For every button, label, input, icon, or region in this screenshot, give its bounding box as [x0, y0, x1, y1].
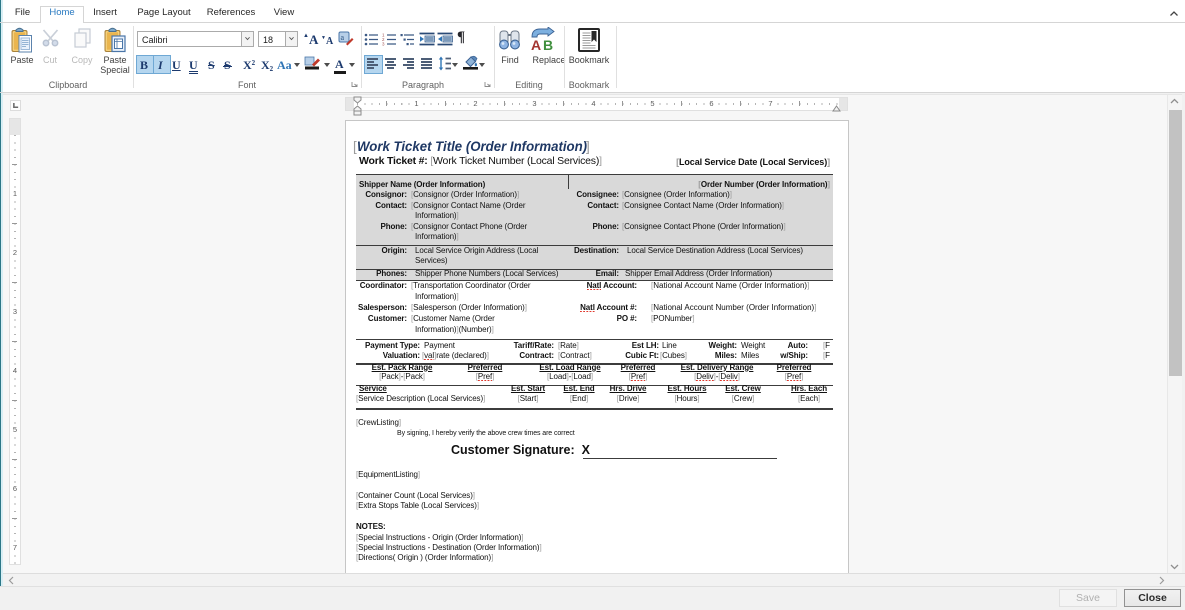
svg-text:a: a	[341, 33, 345, 42]
svg-text:B: B	[543, 37, 553, 51]
svg-text:3: 3	[382, 42, 385, 47]
svg-text:A: A	[531, 37, 541, 51]
